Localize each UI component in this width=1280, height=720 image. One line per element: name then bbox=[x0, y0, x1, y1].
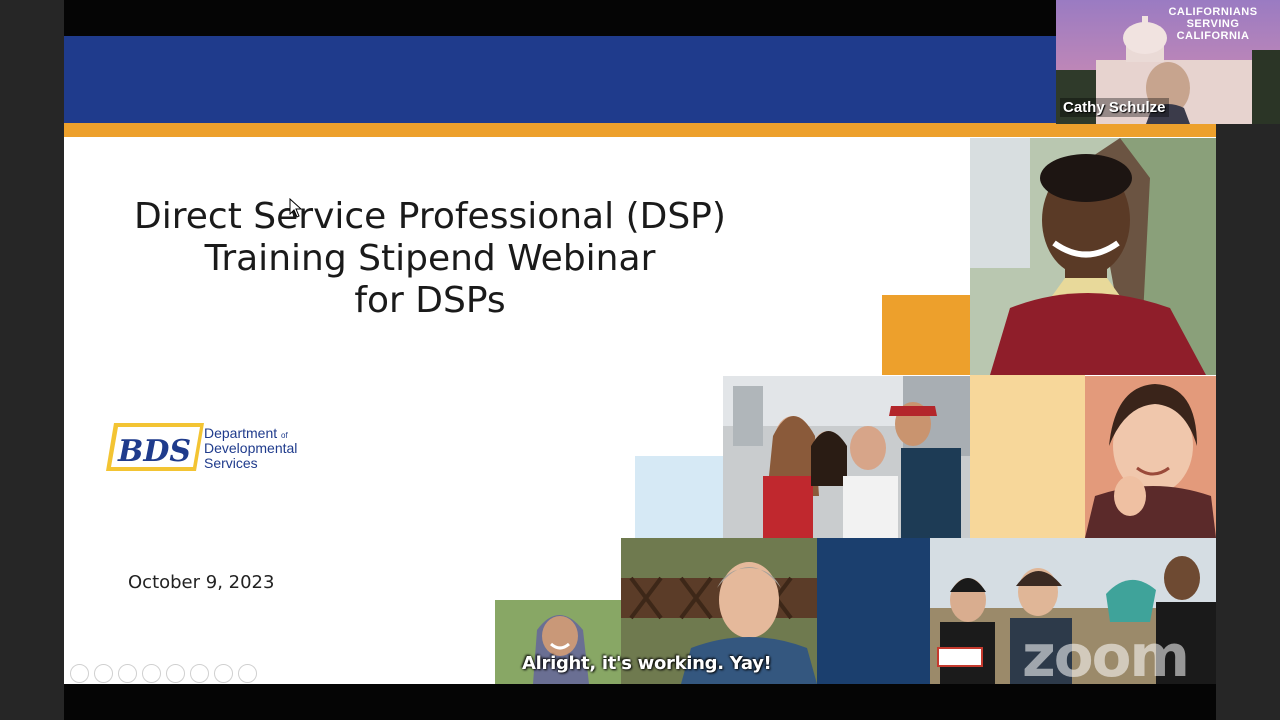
photo-smiling-woman bbox=[1085, 376, 1216, 538]
dark-blue-block bbox=[817, 538, 930, 684]
logo-initials: BDS bbox=[117, 434, 191, 469]
toolbar-more-icon[interactable] bbox=[238, 664, 257, 683]
slide-accent-stripe bbox=[64, 123, 1216, 137]
pale-gold-block bbox=[970, 375, 1085, 538]
top-letterbox bbox=[64, 0, 1216, 36]
toolbar-forward-icon[interactable] bbox=[94, 664, 113, 683]
title-line-2: Training Stipend Webinar bbox=[204, 238, 656, 279]
slide-date: October 9, 2023 bbox=[128, 572, 275, 593]
photo-group-selfie bbox=[723, 376, 970, 538]
live-caption: Alright, it's working. Yay! bbox=[522, 653, 772, 674]
dds-logo: BDS Department of Developmental Services bbox=[106, 423, 297, 471]
logo-line-1: Department of bbox=[204, 425, 288, 441]
brand-line-1: CALIFORNIANS bbox=[1168, 6, 1258, 18]
toolbar-back-icon[interactable] bbox=[70, 664, 89, 683]
toolbar-subtitles-icon[interactable] bbox=[190, 664, 209, 683]
shared-slide: Direct Service Professional (DSP) Traini… bbox=[64, 36, 1216, 684]
title-line-3: for DSPs bbox=[354, 280, 506, 321]
toolbar-pen-icon[interactable] bbox=[118, 664, 137, 683]
gold-block bbox=[882, 295, 970, 375]
zoom-watermark: zoom bbox=[1022, 622, 1190, 684]
logo-line-2: Developmental bbox=[204, 440, 297, 456]
toolbar-zoom-icon[interactable] bbox=[166, 664, 185, 683]
photo-smiling-man bbox=[970, 138, 1216, 375]
title-line-1: Direct Service Professional (DSP) bbox=[134, 196, 726, 237]
slide-header-band bbox=[64, 36, 1216, 123]
logo-line-3: Services bbox=[204, 455, 258, 471]
bottom-letterbox bbox=[64, 684, 1216, 720]
speaker-name-label: Cathy Schulze bbox=[1060, 98, 1169, 117]
speaker-brand-text: CALIFORNIANS SERVING CALIFORNIA bbox=[1158, 6, 1268, 42]
brand-line-2: SERVING bbox=[1186, 18, 1240, 30]
toolbar-camera-icon[interactable] bbox=[214, 664, 233, 683]
pale-blue-block bbox=[635, 456, 723, 538]
annotation-toolbar[interactable] bbox=[70, 664, 257, 683]
speaker-video-tile[interactable]: CALIFORNIANS SERVING CALIFORNIA Cathy Sc… bbox=[1056, 0, 1280, 124]
mouse-cursor-icon bbox=[289, 198, 303, 218]
left-letterbox bbox=[0, 0, 64, 720]
toolbar-slides-icon[interactable] bbox=[142, 664, 161, 683]
slide-title: Direct Service Professional (DSP) Traini… bbox=[104, 196, 756, 322]
brand-line-3: CALIFORNIA bbox=[1176, 30, 1250, 42]
